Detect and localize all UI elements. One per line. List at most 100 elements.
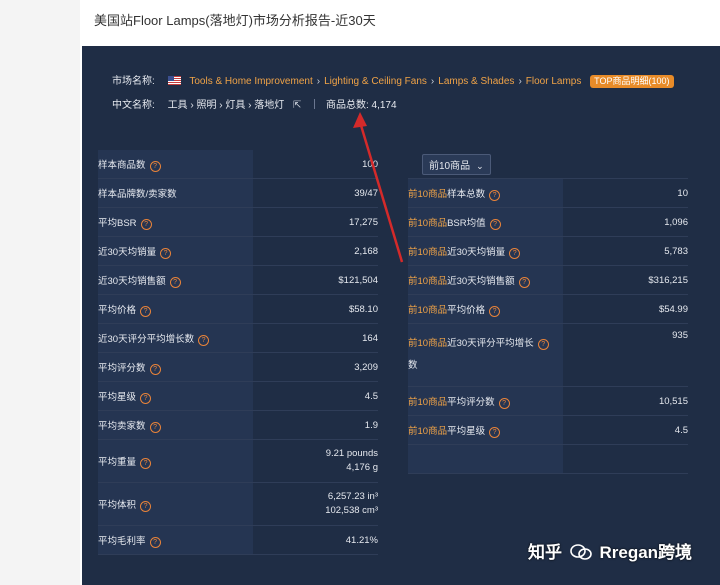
help-icon[interactable]: ? (518, 276, 530, 288)
watermark: 知乎 Rregan跨境 (528, 538, 692, 563)
breadcrumb-tools-home[interactable]: Tools & Home Improvement (189, 76, 312, 87)
stat-label: 样本总数 (447, 188, 486, 200)
stat-value: 100 (253, 150, 378, 179)
help-icon[interactable]: ? (140, 500, 152, 512)
overall-stats-table: 样本商品数? 100 样本品牌数/卖家数 39/47 平均BSR? 17,275 近3… (98, 150, 378, 555)
stat-value: 4.5 (253, 381, 378, 411)
stat-label-prefix: 前10商品 (408, 396, 448, 408)
stat-label-prefix: 前10商品 (408, 304, 448, 316)
help-icon[interactable]: ? (489, 426, 501, 438)
stat-value: 9.21 pounds (325, 448, 378, 459)
chinese-name-row: 中文名称: 工具 › 照明 › 灯具 › 落地灯 ⇱ 商品总数: 4,174 (112, 96, 397, 111)
stat-value: 3,209 (253, 352, 378, 382)
stat-row: 前10商品近30天均销量? 5,783 (408, 236, 688, 266)
stat-label: 平均价格 (98, 304, 137, 316)
top10-stats-table: 前10商品 ⌄ 前10商品样本总数? 10 前10商品BSR均值? 1,096 前10… (408, 150, 688, 474)
page-title: 美国站Floor Lamps(落地灯)市场分析报告-近30天 (94, 13, 376, 28)
stat-row: 近30天评分平均增长数? 164 (98, 323, 378, 353)
help-icon[interactable]: ? (509, 247, 521, 259)
stat-value: 1,096 (563, 207, 688, 237)
stat-row: 平均星级? 4.5 (98, 381, 378, 411)
help-icon[interactable]: ? (489, 305, 501, 317)
help-icon[interactable]: ? (149, 536, 161, 548)
stat-row: 前10商品平均星级? 4.5 (408, 415, 688, 445)
total-products-value: 4,174 (371, 100, 397, 111)
stat-row: 平均BSR? 17,275 (98, 207, 378, 237)
wechat-icon (569, 544, 592, 560)
stat-row: 平均毛利率? 41.21% (98, 525, 378, 555)
help-icon[interactable]: ? (498, 397, 510, 409)
stat-row: 样本品牌数/卖家数 39/47 (98, 178, 378, 208)
help-icon[interactable]: ? (489, 189, 501, 201)
stat-label-prefix: 前10商品 (408, 425, 448, 437)
stat-label: 平均评分数 (447, 396, 495, 408)
chinese-name-label: 中文名称: (112, 100, 155, 111)
top-n-select[interactable]: 前10商品 ⌄ (422, 153, 491, 175)
help-icon[interactable]: ? (489, 218, 501, 230)
external-link-icon[interactable]: ⇱ (293, 100, 301, 111)
breadcrumb-lamps[interactable]: Lamps & Shades (438, 76, 514, 87)
stat-row: 平均卖家数? 1.9 (98, 410, 378, 440)
help-icon[interactable]: ? (160, 247, 172, 259)
stat-row: 平均价格? $58.10 (98, 294, 378, 324)
stat-value-secondary: 102,538 cm³ (325, 505, 378, 516)
stat-value: $54.99 (563, 294, 688, 324)
stat-label-prefix: 前10商品 (408, 338, 448, 349)
divider (314, 99, 316, 109)
help-icon[interactable]: ? (149, 363, 161, 375)
stat-row: 平均评分数? 3,209 (98, 352, 378, 382)
help-icon[interactable]: ? (198, 334, 210, 346)
stat-label: 平均星级 (447, 425, 486, 437)
stat-label: 平均价格 (447, 304, 486, 316)
stat-label: 平均评分数 (98, 362, 146, 374)
stat-value: 164 (253, 323, 378, 353)
stat-label: 近30天均销售额 (447, 275, 515, 287)
stat-label-prefix: 前10商品 (408, 188, 448, 200)
help-icon[interactable]: ? (149, 421, 161, 433)
report-header: 美国站Floor Lamps(落地灯)市场分析报告-近30天 (80, 0, 720, 46)
stat-label: 平均毛利率 (98, 535, 146, 547)
breadcrumb-floor-lamps[interactable]: Floor Lamps (526, 76, 582, 87)
help-icon[interactable]: ? (149, 160, 161, 172)
breadcrumb-lighting[interactable]: Lighting & Ceiling Fans (324, 76, 427, 87)
stat-value: 6,257.23 in³ (327, 491, 378, 502)
stat-label: 样本商品数 (98, 159, 146, 171)
stat-label: 近30天评分平均增长 (447, 338, 534, 349)
left-margin (0, 0, 80, 585)
stat-value: 2,168 (253, 236, 378, 266)
stat-label-continued: 数 (408, 360, 418, 371)
stat-row: 近30天均销量? 2,168 (98, 236, 378, 266)
stat-value: $121,504 (253, 265, 378, 295)
stat-label: 近30天均销量 (447, 246, 506, 258)
stat-value: 10 (563, 178, 688, 208)
stat-label-prefix: 前10商品 (408, 217, 448, 229)
watermark-zhihu: 知乎 (528, 543, 562, 562)
market-panel: 市场名称: Tools & Home Improvement › Lighting … (82, 46, 720, 585)
breadcrumb-separator: › (518, 76, 522, 87)
stat-label: BSR均值 (447, 217, 486, 229)
stat-label: 平均体积 (98, 499, 137, 511)
watermark-author: Rregan跨境 (599, 543, 693, 562)
help-icon[interactable]: ? (537, 339, 549, 350)
breadcrumb-separator: › (316, 76, 321, 87)
help-icon[interactable]: ? (140, 305, 152, 317)
help-icon[interactable]: ? (140, 457, 152, 469)
stat-row: 前10商品近30天评分平均增长? 数 935 (408, 323, 688, 387)
stat-label: 平均卖家数 (98, 420, 146, 432)
stat-value: 4.5 (563, 415, 688, 445)
stat-value: $58.10 (253, 294, 378, 324)
stat-label: 近30天均销量 (98, 246, 157, 258)
help-icon[interactable]: ? (140, 392, 152, 404)
stat-label: 平均BSR (98, 217, 137, 229)
breadcrumb-separator: › (430, 76, 435, 87)
top-products-badge[interactable]: TOP商品明细(100) (590, 75, 674, 88)
help-icon[interactable]: ? (169, 276, 181, 288)
stat-value-secondary: 4,176 g (346, 462, 378, 473)
stat-label: 样本品牌数/卖家数 (98, 189, 177, 200)
help-icon[interactable]: ? (140, 218, 152, 230)
stat-row: 前10商品样本总数? 10 (408, 178, 688, 208)
stat-label-prefix: 前10商品 (408, 275, 448, 287)
stat-label: 平均星级 (98, 391, 137, 403)
stat-value: 41.21% (253, 525, 378, 555)
stat-label: 平均重量 (98, 456, 137, 468)
